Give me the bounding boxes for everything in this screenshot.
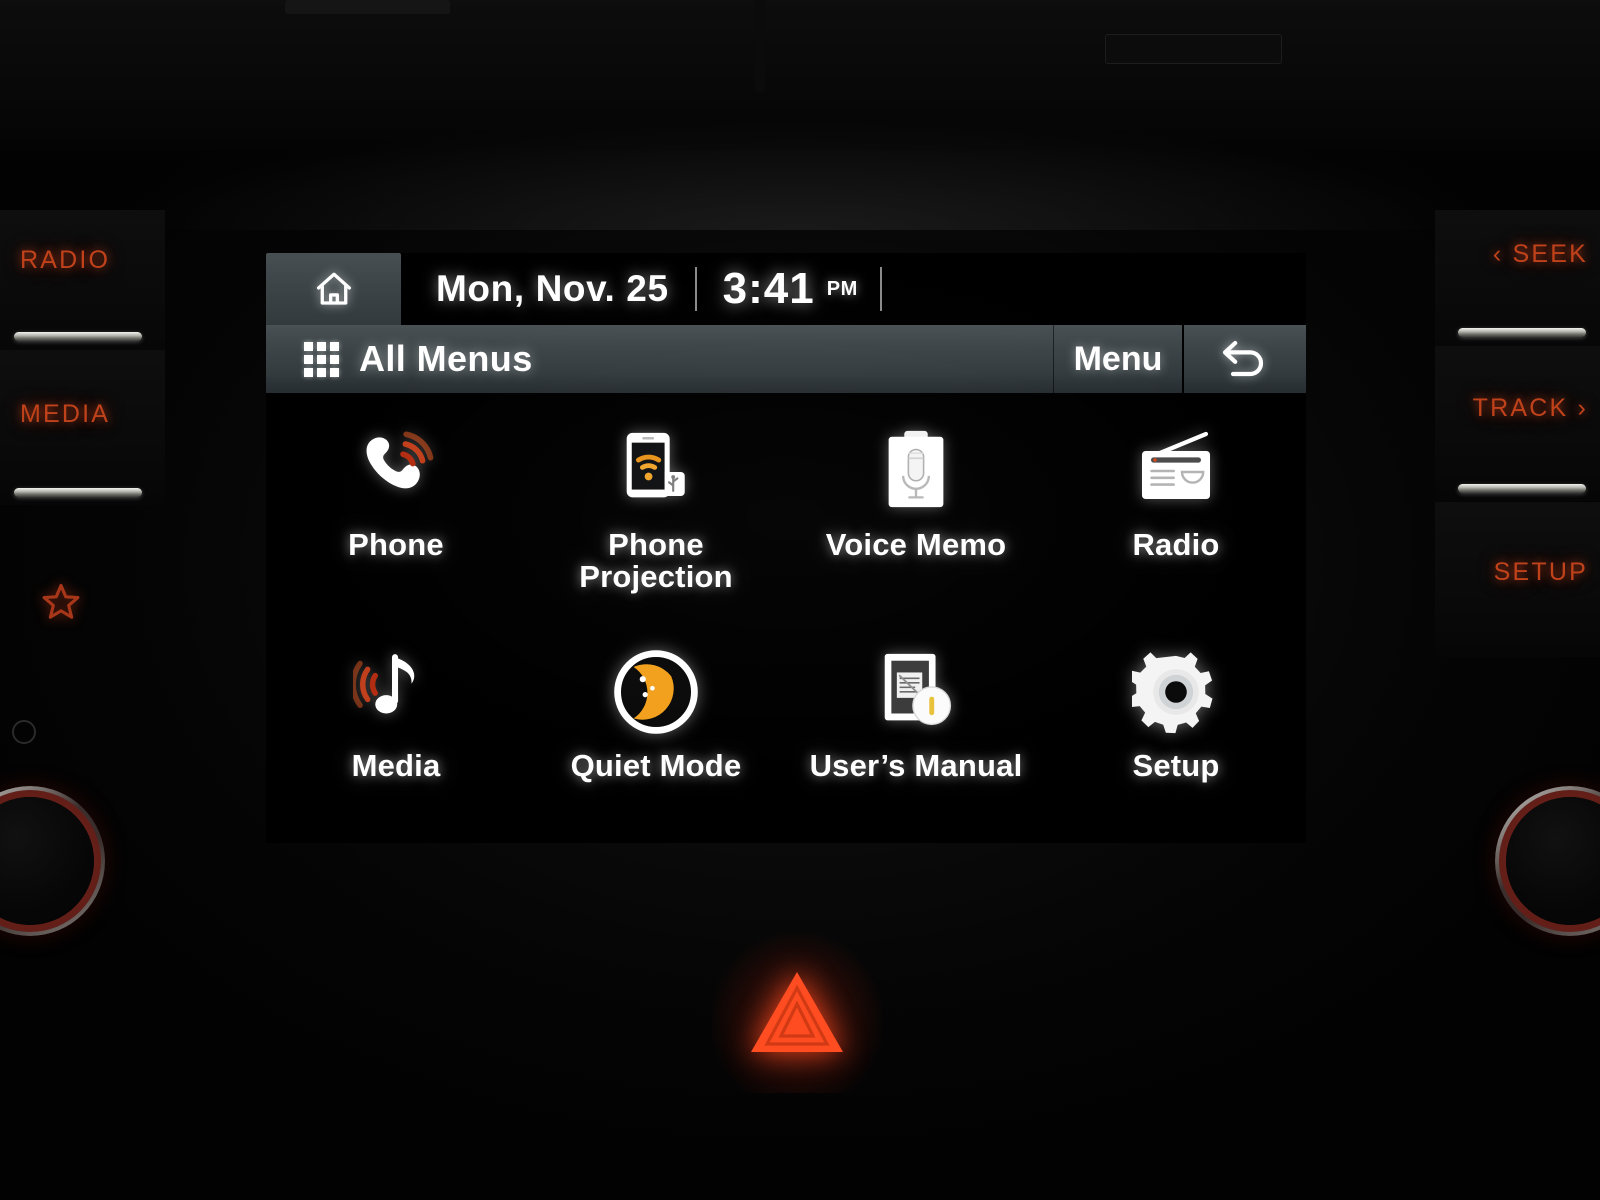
app-label-phone: Phone — [348, 527, 444, 562]
app-label-voice-memo: Voice Memo — [825, 527, 1007, 562]
ampm-text: PM — [826, 277, 858, 300]
title-bar-left: All Menus — [266, 325, 1053, 393]
hardkey-radio[interactable]: RADIO — [0, 210, 165, 365]
hardkey-media[interactable]: MEDIA — [0, 350, 165, 505]
menu-button[interactable]: Menu — [1053, 325, 1182, 393]
hardkey-track[interactable]: TRACK › — [1435, 346, 1600, 501]
app-label-quiet-mode: Quiet Mode — [570, 748, 742, 783]
music-note-icon — [341, 644, 451, 740]
hardkey-setup-label: SETUP — [1493, 558, 1588, 586]
app-label-media: Media — [351, 748, 441, 783]
voice-memo-icon — [861, 423, 971, 519]
star-favorite-icon[interactable] — [38, 580, 84, 629]
app-label-users-manual: User’s Manual — [809, 748, 1023, 783]
chrome-divider-4 — [1458, 484, 1586, 493]
power-icon[interactable] — [12, 720, 36, 744]
title-bar: All Menus Menu — [266, 325, 1306, 393]
page-title: All Menus — [359, 338, 533, 379]
app-tile-phone-projection[interactable]: Phone Projection — [526, 401, 786, 622]
hazard-warning-button[interactable] — [712, 933, 882, 1093]
left-hardkey-column: RADIO MEDIA — [0, 210, 165, 830]
app-tile-users-manual[interactable]: User’s Manual — [786, 622, 1046, 843]
phone-handset-icon — [341, 423, 451, 519]
date-time-divider — [694, 267, 697, 311]
all-menus-app-grid: Phone Phone Projection Voice Memo Radio … — [266, 393, 1306, 843]
chrome-divider-3 — [1458, 328, 1586, 337]
home-icon — [316, 272, 351, 305]
users-manual-icon — [861, 644, 971, 740]
app-tile-radio[interactable]: Radio — [1046, 401, 1306, 622]
back-button[interactable] — [1182, 325, 1306, 393]
phone-projection-icon — [601, 423, 711, 519]
app-tile-quiet-mode[interactable]: Quiet Mode — [526, 622, 786, 843]
chrome-divider-1 — [14, 332, 142, 341]
time-end-divider — [879, 267, 882, 311]
menu-button-label: Menu — [1073, 339, 1163, 378]
app-label-phone-projection: Phone Projection — [579, 527, 733, 594]
chrome-divider-2 — [14, 488, 142, 497]
hardkey-track-label: TRACK › — [1472, 394, 1588, 422]
app-tile-setup[interactable]: Setup — [1046, 622, 1306, 843]
infotainment-dashboard: RADIO MEDIA ‹ SEEK TRACK › SETUP Mon, No… — [0, 0, 1600, 1200]
infotainment-screen: Mon, Nov. 25 3:41 PM All Menus Menu Phon… — [266, 253, 1306, 843]
gear-icon — [1121, 644, 1231, 740]
clock-area: Mon, Nov. 25 3:41 PM — [401, 253, 908, 325]
bezel-notch-right — [1105, 34, 1282, 64]
crescent-moon-icon — [601, 644, 711, 740]
hazard-triangle-icon — [751, 972, 843, 1052]
date-text: Mon, Nov. 25 — [436, 268, 669, 309]
dashboard-top-bezel — [0, 0, 1600, 150]
time-text: 3:41 — [722, 264, 815, 313]
app-tile-phone[interactable]: Phone — [266, 401, 526, 622]
status-bar: Mon, Nov. 25 3:41 PM — [266, 253, 1306, 325]
tune-knob[interactable] — [1495, 786, 1600, 936]
bezel-notch-left — [285, 0, 450, 14]
back-arrow-icon — [1222, 340, 1264, 377]
app-tile-media[interactable]: Media — [266, 622, 526, 843]
grid-menu-icon — [304, 341, 339, 377]
hardkey-media-label: MEDIA — [20, 400, 111, 428]
hardkey-seek[interactable]: ‹ SEEK — [1435, 210, 1600, 365]
home-button[interactable] — [266, 253, 401, 325]
app-label-setup: Setup — [1132, 748, 1220, 783]
power-volume-knob[interactable] — [0, 786, 105, 936]
app-tile-voice-memo[interactable]: Voice Memo — [786, 401, 1046, 622]
radio-icon — [1121, 423, 1231, 519]
bezel-seam — [755, 0, 765, 92]
hardkey-seek-label: ‹ SEEK — [1492, 240, 1588, 268]
right-hardkey-column: ‹ SEEK TRACK › SETUP — [1435, 210, 1600, 830]
hardkey-radio-label: RADIO — [20, 246, 111, 274]
hardkey-setup[interactable]: SETUP — [1435, 502, 1600, 657]
app-label-radio: Radio — [1132, 527, 1220, 562]
